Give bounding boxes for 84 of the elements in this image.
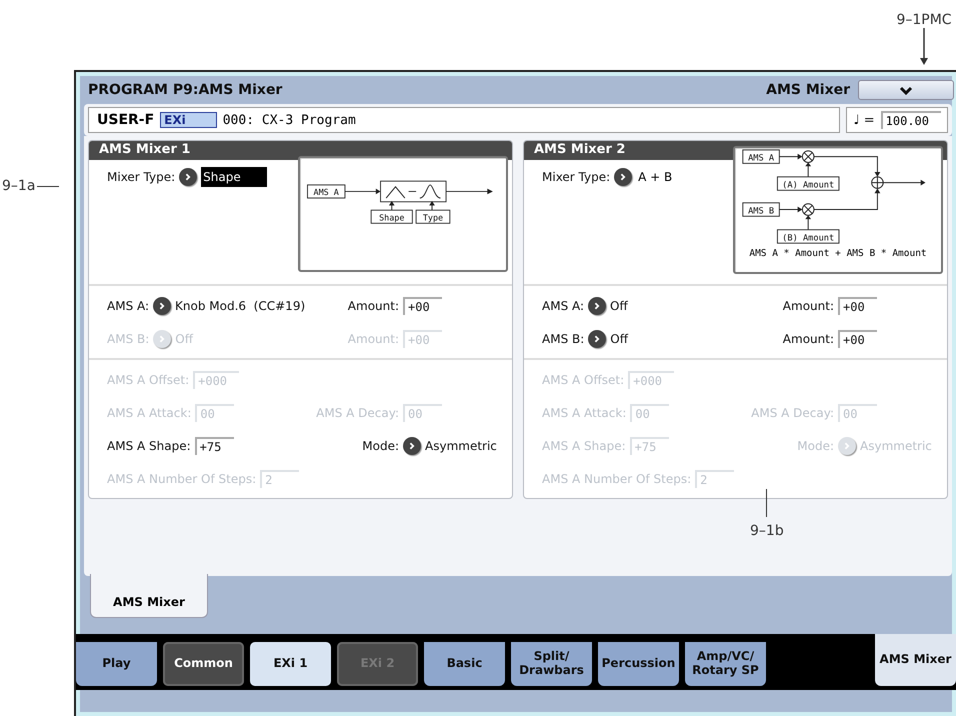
diagram-node: Shape xyxy=(370,210,413,224)
param-label: Amount: xyxy=(782,332,834,346)
page-tab[interactable]: Basic xyxy=(424,642,505,686)
param-label: Mode: xyxy=(361,438,399,452)
param-value[interactable]: Off xyxy=(610,332,628,346)
param-label: AMS A Decay: xyxy=(315,406,399,420)
panel-title: AMS Mixer 1 xyxy=(99,142,190,157)
param-label: AMS A: xyxy=(542,298,584,312)
callout-label: 9–1b xyxy=(750,523,784,539)
param-label: AMS A Shape: xyxy=(542,438,626,452)
arrow xyxy=(805,215,812,230)
arrow xyxy=(778,206,802,212)
page-tab[interactable]: Percussion xyxy=(598,642,679,686)
param-field[interactable]: +00 xyxy=(838,330,877,348)
panel-title: AMS Mixer 2 xyxy=(534,142,626,157)
diagram-node: (A) Amount xyxy=(776,176,840,191)
popup-icon[interactable] xyxy=(588,296,606,314)
page-tab[interactable]: AMS Mixer xyxy=(875,634,956,686)
multiply-icon xyxy=(802,150,814,163)
param-label: Amount: xyxy=(346,332,399,346)
page-title: PROGRAM P9:AMS Mixer xyxy=(88,82,284,98)
diagram-node: Type xyxy=(416,210,450,224)
page-tab[interactable]: Amp/VC/ Rotary SP xyxy=(685,642,766,686)
popup-icon[interactable] xyxy=(403,436,421,454)
page-tab[interactable]: Common xyxy=(163,642,244,686)
param-field[interactable]: +75 xyxy=(194,436,234,454)
page-tab[interactable]: Split/ Drawbars xyxy=(511,642,592,686)
param-value[interactable]: Off xyxy=(610,298,628,312)
diagram-node: AMS A xyxy=(307,184,346,198)
arrow xyxy=(344,188,381,194)
leader-line xyxy=(766,489,768,517)
param-label: AMS A: xyxy=(107,298,150,312)
arrow xyxy=(446,188,493,194)
param-label: AMS A Shape: xyxy=(107,438,191,452)
diagram-node: AMS B xyxy=(742,202,780,217)
param-label: AMS B: xyxy=(107,332,150,346)
param-field[interactable]: +00 xyxy=(838,296,877,314)
param-label: AMS A Decay: xyxy=(750,406,834,420)
param-label: Mode: xyxy=(796,438,834,452)
sub-tab[interactable]: AMS Mixer xyxy=(90,574,208,618)
arrow xyxy=(813,156,880,177)
arrow xyxy=(882,180,926,186)
param-label: AMS A Number Of Steps: xyxy=(107,472,256,486)
param-label: AMS A Number Of Steps: xyxy=(542,472,692,486)
mixer-type-label: Mixer Type: xyxy=(542,170,610,184)
popup-icon[interactable] xyxy=(614,168,632,186)
program-name[interactable]: 000: CX-3 Program xyxy=(222,112,356,128)
shape-block-drawing xyxy=(380,180,447,202)
bank-label: USER-F xyxy=(97,112,154,128)
param-label: AMS A Attack: xyxy=(107,406,192,420)
param-label: AMS A Attack: xyxy=(542,406,626,420)
callout-arrow xyxy=(919,28,929,66)
plus-icon xyxy=(871,176,884,189)
callout-label: 9–1a xyxy=(2,178,36,194)
param-value[interactable]: Asymmetric xyxy=(425,438,497,452)
mixer-type-label: Mixer Type: xyxy=(107,170,176,184)
param-field[interactable]: +00 xyxy=(403,296,442,314)
mixer-type-value[interactable]: Shape xyxy=(201,167,267,187)
param-value[interactable]: Knob Mod.6 (CC#19) xyxy=(175,298,306,312)
diagram-node: (B) Amount xyxy=(776,229,840,244)
param-label: Amount: xyxy=(782,298,834,312)
page-tab[interactable]: EXi 1 xyxy=(250,642,331,686)
arrow xyxy=(805,162,812,178)
param-label: AMS A Offset: xyxy=(542,372,624,386)
page-tab[interactable]: Play xyxy=(76,642,157,686)
diagram-node: AMS A xyxy=(742,149,780,164)
mixer-type-value[interactable]: A + B xyxy=(636,167,698,187)
popup-icon[interactable] xyxy=(179,168,198,186)
multiply-icon xyxy=(802,203,814,216)
arrow xyxy=(813,188,880,210)
tempo-field[interactable]: 100.00 xyxy=(880,111,941,129)
callout-label: 9–1PMC xyxy=(896,12,952,28)
chevron-down-icon xyxy=(899,86,913,94)
param-label: AMS B: xyxy=(542,332,584,346)
page-menu-button[interactable] xyxy=(858,80,954,100)
page-name: AMS Mixer xyxy=(766,82,850,98)
popup-icon[interactable] xyxy=(153,296,172,314)
popup-icon[interactable] xyxy=(588,330,606,348)
arrow xyxy=(778,154,802,160)
param-label: AMS A Offset: xyxy=(107,372,190,386)
tempo-label: ♩ = xyxy=(853,112,875,128)
type-badge: EXi xyxy=(160,112,217,128)
param-label: Amount: xyxy=(346,298,399,312)
diagram-caption: AMS A * Amount + AMS B * Amount xyxy=(749,248,927,259)
